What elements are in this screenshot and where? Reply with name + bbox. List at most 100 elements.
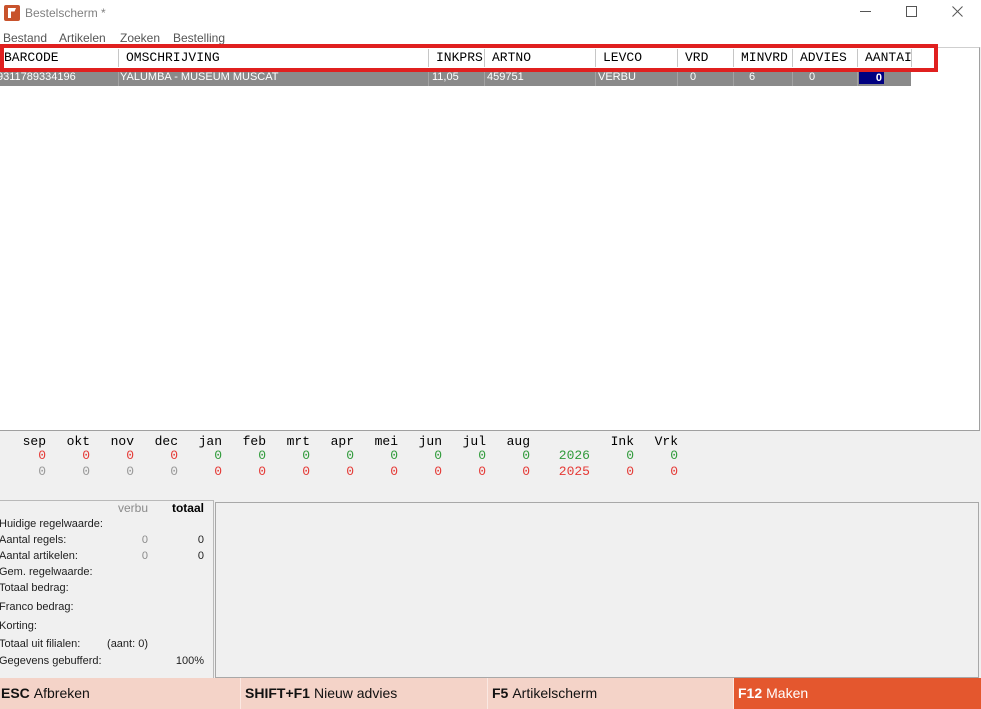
f12-maken-button[interactable]: F12 Maken — [734, 678, 981, 709]
esc-afbreken-button[interactable]: ESC Afbreken — [0, 678, 240, 709]
menu-zoeken[interactable]: Zoeken — [120, 31, 160, 46]
month-value: 0 — [390, 448, 398, 463]
key-label: F12 — [738, 685, 763, 701]
summary-verbu-value: (aant: 0) — [107, 638, 148, 650]
cell-omschrijving[interactable]: YALUMBA - MUSEUM MUSCAT — [118, 69, 428, 86]
month-label: jun — [418, 434, 442, 449]
close-button[interactable] — [934, 0, 980, 26]
month-label: okt — [66, 434, 90, 449]
shift-f1-nieuw-advies-button[interactable]: SHIFT+F1 Nieuw advies — [241, 678, 487, 709]
maximize-button[interactable] — [888, 0, 934, 26]
summary-label: Gegevens gebufferd: — [0, 655, 102, 667]
summary-label: Totaal bedrag: — [0, 582, 69, 594]
month-value: 0 — [214, 464, 222, 479]
cell-barcode[interactable]: 9311789334196 — [0, 69, 118, 86]
month-value: 0 — [126, 448, 134, 463]
ink-value: 0 — [626, 448, 634, 463]
column-header-vrd[interactable]: VRD — [677, 49, 733, 67]
key-label: F5 — [492, 685, 509, 701]
action-label: Nieuw advies — [313, 685, 398, 701]
close-icon — [951, 4, 963, 22]
menu-bar: Bestand Artikelen Zoeken Bestelling — [0, 30, 981, 47]
month-value: 0 — [434, 464, 442, 479]
action-label: Maken — [766, 685, 809, 701]
month-value: 0 — [302, 464, 310, 479]
menu-bestelling[interactable]: Bestelling — [173, 31, 225, 46]
app-logo-icon — [4, 5, 20, 21]
menu-bestand[interactable]: Bestand — [3, 31, 47, 46]
month-value: 0 — [214, 448, 222, 463]
column-header-levco[interactable]: LEVCO — [595, 49, 677, 67]
month-value: 0 — [170, 464, 178, 479]
column-header-aantal[interactable]: AANTAI — [857, 49, 912, 67]
summary-col-totaal: totaal — [171, 501, 204, 515]
summary-verbu-value: 0 — [141, 550, 148, 562]
month-value: 0 — [478, 464, 486, 479]
column-header-omschrijving[interactable]: OMSCHRIJVING — [118, 49, 428, 67]
month-label: sep — [22, 434, 46, 449]
month-value: 0 — [478, 448, 486, 463]
cell-minvrd[interactable]: 6 — [733, 69, 792, 86]
grid-header-row: BARCODE OMSCHRIJVING INKPRS ARTNO LEVCO … — [0, 49, 912, 67]
month-value: 0 — [346, 448, 354, 463]
function-key-bar: ESC Afbreken SHIFT+F1 Nieuw advies F5 Artik… — [0, 678, 981, 709]
minimize-button[interactable] — [842, 0, 888, 26]
summary-label: Huidige regelwaarde: — [0, 518, 103, 530]
month-value: 0 — [434, 448, 442, 463]
summary-label: Korting: — [0, 620, 37, 632]
aantal-input[interactable]: 0 — [859, 72, 884, 84]
minimize-icon — [859, 4, 871, 22]
summary-totaal-value: 0 — [197, 534, 204, 546]
title-bar[interactable]: Bestelscherm * — [0, 0, 981, 30]
year-value: 2025 — [558, 464, 590, 479]
cell-levco[interactable]: VERBU — [595, 69, 677, 86]
month-value: 0 — [522, 448, 530, 463]
table-row[interactable]: 9311789334196 YALUMBA - MUSEUM MUSCAT 11… — [0, 69, 911, 86]
column-header-minvrd[interactable]: MINVRD — [733, 49, 792, 67]
column-header-advies[interactable]: ADVIES — [792, 49, 857, 67]
order-grid[interactable]: BARCODE OMSCHRIJVING INKPRS ARTNO LEVCO … — [0, 47, 980, 431]
ink-value: 0 — [626, 464, 634, 479]
vrk-label: Vrk — [654, 434, 678, 449]
cell-aantal[interactable]: 0 — [857, 69, 912, 86]
summary-label: Gem. regelwaarde: — [0, 566, 93, 578]
month-value: 0 — [82, 448, 90, 463]
ink-label: Ink — [610, 434, 634, 449]
monthly-stats-panel: sep okt nov dec jan feb mrt apr mei jun jul aug Ink V… — [0, 431, 981, 500]
year-value: 2026 — [558, 448, 590, 463]
menu-artikelen[interactable]: Artikelen — [59, 31, 106, 46]
key-label: SHIFT+F1 — [245, 685, 310, 701]
summary-label: Aantal regels: — [0, 534, 67, 546]
month-value: 0 — [522, 464, 530, 479]
f5-artikelscherm-button[interactable]: F5 Artikelscherm — [488, 678, 733, 709]
summary-totaal-value: 100% — [175, 655, 204, 667]
summary-totaal-value: 0 — [197, 550, 204, 562]
month-label: mei — [374, 434, 398, 449]
month-value: 0 — [82, 464, 90, 479]
month-label: jan — [198, 434, 222, 449]
month-value: 0 — [170, 448, 178, 463]
detail-panel — [215, 502, 979, 678]
summary-panel: verbu totaal Huidige regelwaarde: Aantal… — [0, 500, 214, 678]
month-value: 0 — [38, 464, 46, 479]
column-header-inkprs[interactable]: INKPRS — [428, 49, 484, 67]
cell-vrd[interactable]: 0 — [677, 69, 733, 86]
vrk-value: 0 — [670, 464, 678, 479]
column-header-artno[interactable]: ARTNO — [484, 49, 595, 67]
action-label: Artikelscherm — [512, 685, 598, 701]
month-value: 0 — [346, 464, 354, 479]
cell-artno[interactable]: 459751 — [484, 69, 595, 86]
summary-label: Totaal uit filialen: — [0, 638, 81, 650]
maximize-icon — [905, 4, 917, 22]
month-label: apr — [330, 434, 354, 449]
summary-verbu-value: 0 — [141, 534, 148, 546]
summary-label: Franco bedrag: — [0, 601, 74, 613]
month-value: 0 — [390, 464, 398, 479]
key-label: ESC — [1, 685, 30, 701]
month-value: 0 — [302, 448, 310, 463]
cell-advies[interactable]: 0 — [792, 69, 857, 86]
column-header-barcode[interactable]: BARCODE — [0, 49, 118, 67]
vrk-value: 0 — [670, 448, 678, 463]
cell-inkprs[interactable]: 11,05 — [428, 69, 484, 86]
window-title: Bestelscherm * — [25, 6, 106, 20]
